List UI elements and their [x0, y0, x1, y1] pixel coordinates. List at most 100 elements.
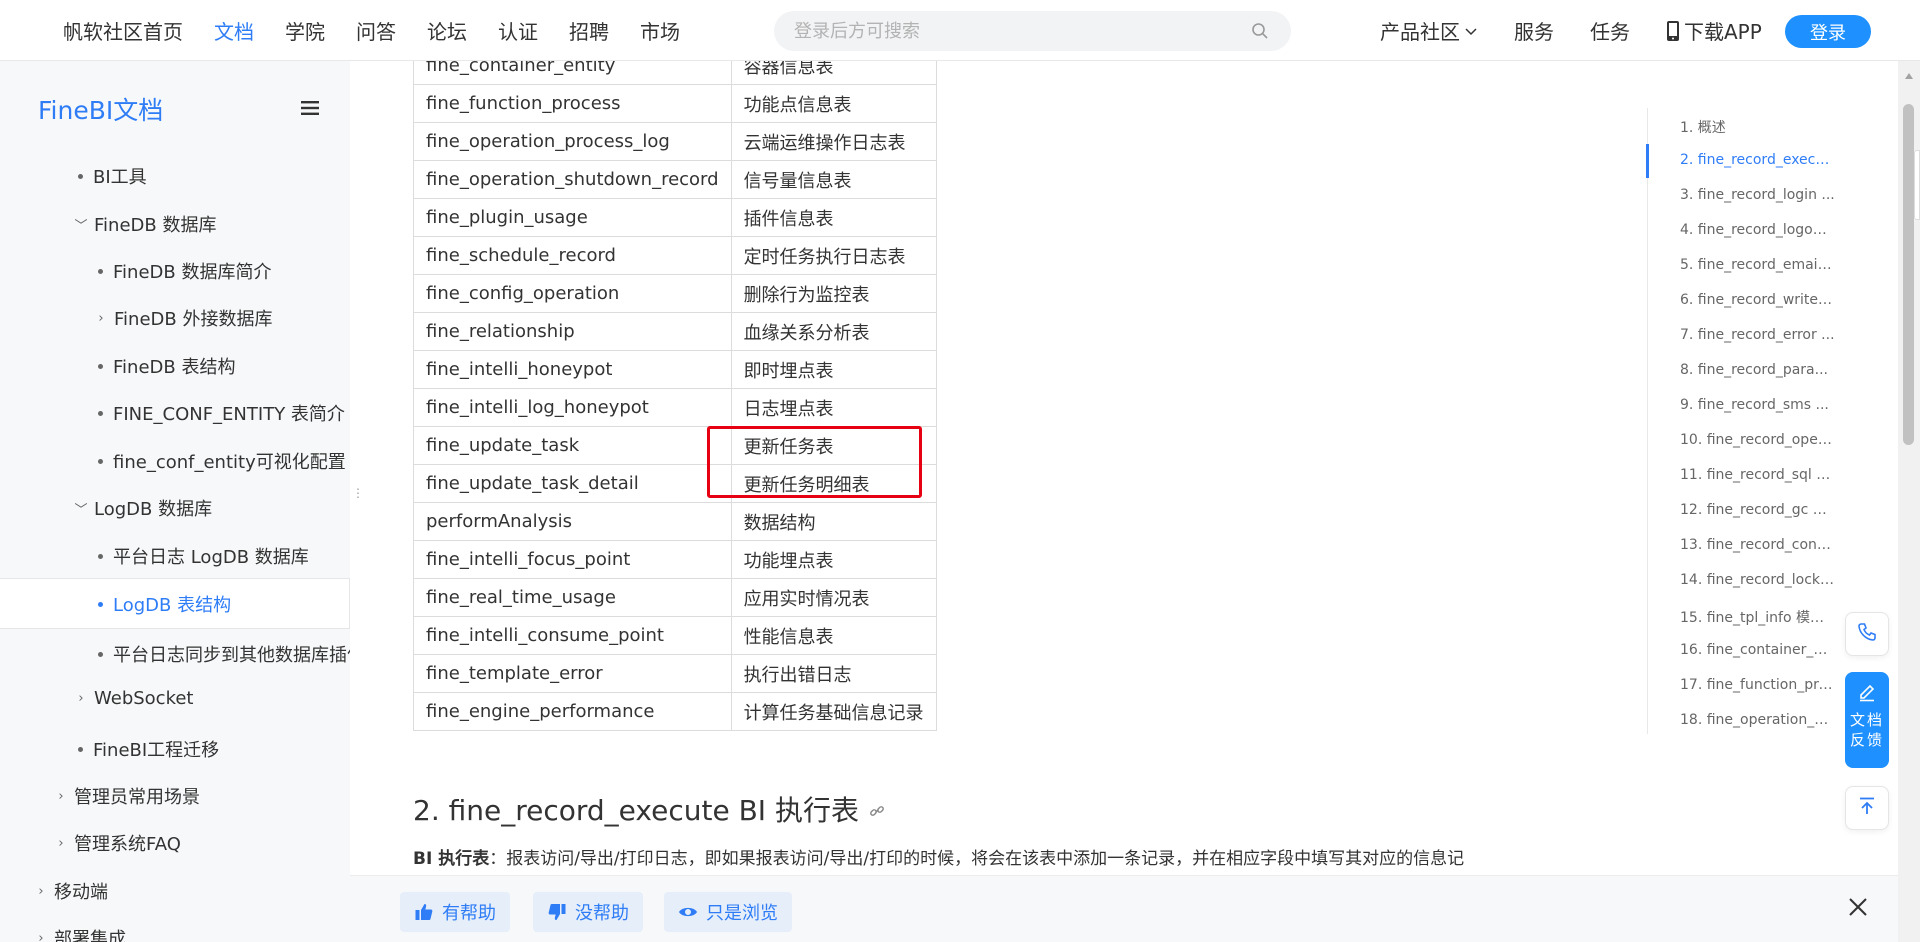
link-icon[interactable]: [869, 793, 885, 826]
doc-feedback-button[interactable]: 文档反馈: [1845, 672, 1889, 768]
nav-forum[interactable]: 论坛: [427, 16, 467, 45]
toc-item[interactable]: 3. fine_record_login ...: [1680, 187, 1835, 203]
nav-service[interactable]: 服务: [1514, 16, 1554, 45]
sidebar-item-deployment[interactable]: › 部署集成: [34, 925, 126, 942]
bullet-icon: [98, 268, 103, 274]
nav-market[interactable]: 市场: [640, 16, 680, 45]
toc-item[interactable]: 14. fine_record_lock ...: [1680, 572, 1835, 588]
nav-academy[interactable]: 学院: [285, 16, 325, 45]
sidebar-item-label: FineBI工程迁移: [93, 740, 220, 761]
toc-item[interactable]: 15. fine_tpl_info 模板...: [1680, 607, 1835, 627]
download-app-link[interactable]: 下载APP: [1666, 16, 1762, 45]
sidebar-item-platform-logdb[interactable]: 平台日志 LogDB 数据库: [98, 543, 309, 569]
toc-item[interactable]: 5. fine_record_email ...: [1680, 257, 1835, 273]
nav-tasks[interactable]: 任务: [1590, 16, 1630, 45]
sidebar-item-label: LogDB 表结构: [113, 595, 232, 616]
sidebar-item-label: 平台日志 LogDB 数据库: [113, 547, 309, 568]
menu-toggle-icon[interactable]: [301, 100, 319, 120]
nav-qa[interactable]: 问答: [356, 16, 396, 45]
sidebar-item-label: FineDB 外接数据库: [114, 309, 273, 330]
table-row: fine_relationship 血缘关系分析表: [413, 312, 937, 351]
login-button[interactable]: 登录: [1785, 15, 1871, 48]
sidebar-title[interactable]: FineBI文档: [38, 91, 163, 127]
sidebar-item-project-migration[interactable]: FineBI工程迁移: [78, 736, 219, 762]
table-desc-cell: 计算任务基础信息记录: [730, 692, 937, 731]
toc-item[interactable]: 18. fine_operation_p...: [1680, 712, 1835, 728]
toc-item[interactable]: 10. fine_record_oper...: [1680, 432, 1835, 448]
bullet-icon: [98, 651, 103, 657]
table-desc-cell: 容器信息表: [730, 61, 937, 85]
product-community-menu[interactable]: 产品社区: [1380, 16, 1478, 45]
sidebar-item-logdb-schema[interactable]: LogDB 表结构: [98, 591, 231, 617]
toc-item[interactable]: 16. fine_container_e...: [1680, 642, 1835, 658]
section-heading: 2. fine_record_execute BI 执行表: [413, 789, 885, 829]
right-nav: 产品社区 服务 任务 下载APP: [1380, 0, 1798, 61]
chevron-down-icon: ﹀: [74, 502, 88, 518]
table-desc-cell: 定时任务执行日志表: [730, 236, 937, 275]
sidebar-item-bi-tools[interactable]: BI工具: [78, 163, 147, 189]
toc-item[interactable]: 6. fine_record_write ...: [1680, 292, 1835, 308]
sidebar-item-mobile[interactable]: › 移动端: [34, 878, 108, 904]
toc-active-marker: [1646, 144, 1649, 178]
table-desc-cell: 性能信息表: [730, 616, 937, 655]
chevron-right-icon: ›: [58, 788, 64, 804]
sidebar-item-finedb[interactable]: ﹀ FineDB 数据库: [74, 211, 216, 237]
just-browsing-button[interactable]: 只是浏览: [664, 892, 792, 932]
chevron-down-icon: ﹀: [74, 218, 88, 234]
search-input[interactable]: [794, 20, 1234, 42]
nav-docs[interactable]: 文档: [214, 16, 254, 45]
scrollbar-thumb[interactable]: [1903, 104, 1914, 445]
edit-icon: [1857, 682, 1877, 706]
table-desc-cell: 删除行为监控表: [730, 274, 937, 313]
table-name-cell: fine_intelli_focus_point: [413, 540, 732, 579]
toc-item[interactable]: 1. 概述: [1680, 117, 1835, 137]
side-drawer-tab[interactable]: [1914, 150, 1920, 220]
not-helpful-button[interactable]: 没帮助: [533, 892, 643, 932]
close-icon[interactable]: [1847, 896, 1869, 922]
back-to-top-button[interactable]: [1845, 786, 1889, 830]
sidebar-item-logdb[interactable]: ﹀ LogDB 数据库: [74, 495, 212, 521]
table-desc-cell: 即时埋点表: [730, 350, 937, 389]
sidebar-item-label: 平台日志同步到其他数据库插件: [113, 645, 350, 666]
table-of-contents: 1. 概述 2. fine_record_execu... 3. fine_re…: [1646, 108, 1847, 734]
toc-item[interactable]: 9. fine_record_sms ...: [1680, 397, 1835, 413]
sidebar-item-websocket[interactable]: › WebSocket: [74, 688, 193, 709]
toc-item[interactable]: 8. fine_record_para...: [1680, 362, 1835, 378]
nav-home[interactable]: 帆软社区首页: [63, 16, 183, 45]
not-helpful-label: 没帮助: [575, 903, 629, 924]
section-heading-text: 2. fine_record_execute BI 执行表: [413, 794, 859, 827]
sidebar-item-fine-conf-visual[interactable]: fine_conf_entity可视化配置: [98, 448, 346, 474]
helpful-label: 有帮助: [442, 903, 496, 924]
chevron-right-icon: ›: [98, 310, 104, 326]
table-name-cell: fine_template_error: [413, 654, 732, 693]
nav-jobs[interactable]: 招聘: [569, 16, 609, 45]
helpful-button[interactable]: 有帮助: [400, 892, 510, 932]
nav-certification[interactable]: 认证: [498, 16, 538, 45]
toc-item[interactable]: 12. fine_record_gc G...: [1680, 502, 1835, 518]
table-name-cell: fine_intelli_consume_point: [413, 616, 732, 655]
table-row: fine_function_process 功能点信息表: [413, 84, 937, 123]
table-desc-cell: 日志埋点表: [730, 388, 937, 427]
sidebar-item-admin-scenarios[interactable]: › 管理员常用场景: [54, 783, 200, 809]
toc-item[interactable]: 13. fine_record_conf ...: [1680, 537, 1835, 553]
table-name-cell: fine_relationship: [413, 312, 732, 351]
sidebar-item-admin-faq[interactable]: › 管理系统FAQ: [54, 830, 180, 856]
toc-item[interactable]: 17. fine_function_pro...: [1680, 677, 1835, 693]
toc-item[interactable]: 11. fine_record_sql S...: [1680, 467, 1835, 483]
toc-item[interactable]: 4. fine_record_logout...: [1680, 222, 1835, 238]
scroll-up-arrow-icon[interactable]: [1904, 65, 1914, 84]
phone-contact-button[interactable]: [1845, 612, 1889, 656]
toc-item[interactable]: 2. fine_record_execu...: [1680, 152, 1835, 168]
table-row: fine_operation_shutdown_record 信号量信息表: [413, 160, 937, 199]
toc-item[interactable]: 7. fine_record_error ...: [1680, 327, 1835, 343]
table-name-cell: fine_real_time_usage: [413, 578, 732, 617]
sidebar-item-log-sync-plugin[interactable]: 平台日志同步到其他数据库插件: [98, 641, 350, 667]
sidebar-item-finedb-schema[interactable]: FineDB 表结构: [98, 353, 235, 379]
sidebar-item-label: FineDB 表结构: [113, 357, 236, 378]
sidebar-item-finedb-external[interactable]: › FineDB 外接数据库: [94, 305, 272, 331]
table-desc-cell: 信号量信息表: [730, 160, 937, 199]
description-text: ：报表访问/导出/打印日志，即如果报表访问/导出/打印的时候，将会在该表中添加一…: [489, 849, 1465, 869]
sidebar-item-fine-conf-entity[interactable]: FINE_CONF_ENTITY 表简介: [98, 400, 345, 426]
sidebar-item-finedb-intro[interactable]: FineDB 数据库简介: [98, 258, 271, 284]
search-icon[interactable]: [1251, 22, 1269, 44]
